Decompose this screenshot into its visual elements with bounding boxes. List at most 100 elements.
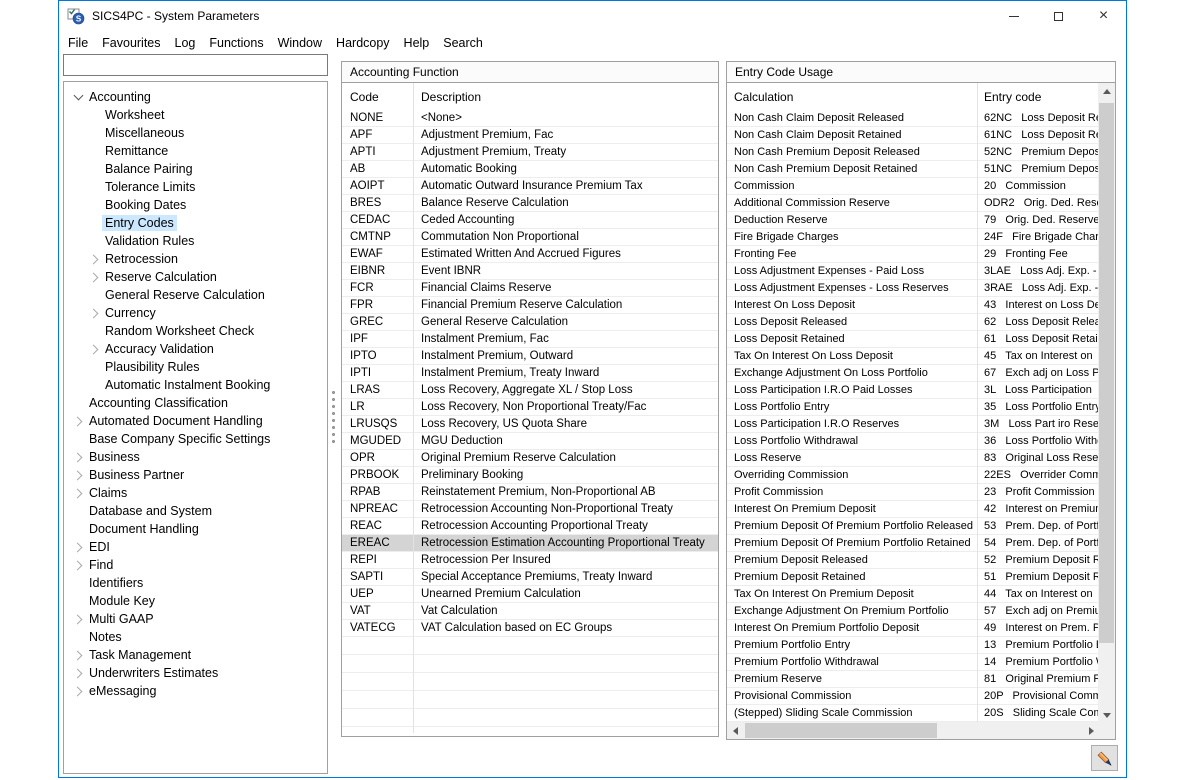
chevron-icon[interactable] <box>72 594 86 608</box>
entry-code-usage-row[interactable]: Provisional Commission 20P Provisional C… <box>727 688 1100 705</box>
chevron-icon[interactable] <box>88 360 102 374</box>
entry-code-usage-row[interactable]: Non Cash Claim Deposit Released 62NC Los… <box>727 110 1100 127</box>
accounting-function-row[interactable]: SAPTI Special Acceptance Premiums, Treat… <box>342 569 718 586</box>
entry-code-usage-row[interactable]: Loss Participation I.R.O Reserves 3M Los… <box>727 416 1100 433</box>
accounting-function-row[interactable]: APTI Adjustment Premium, Treaty <box>342 144 718 161</box>
entry-code-usage-row[interactable]: Interest On Loss Deposit 43 Interest on … <box>727 297 1100 314</box>
entry-code-usage-row[interactable]: Exchange Adjustment On Premium Portfolio… <box>727 603 1100 620</box>
tree-item[interactable]: Accounting Classification <box>64 394 327 412</box>
menu-item[interactable]: File <box>61 33 95 53</box>
chevron-icon[interactable] <box>72 432 86 446</box>
entry-code-usage-row[interactable]: Deduction Reserve 79 Orig. Ded. Reserve <box>727 212 1100 229</box>
accounting-function-row[interactable]: IPTI Instalment Premium, Treaty Inward <box>342 365 718 382</box>
tree-item[interactable]: Multi GAAP <box>64 610 327 628</box>
accounting-function-row[interactable]: FCR Financial Claims Reserve <box>342 280 718 297</box>
horizontal-scroll-thumb[interactable] <box>745 723 937 738</box>
panel-splitter-handle[interactable] <box>330 391 336 453</box>
tree-item[interactable]: Underwriters Estimates <box>64 664 327 682</box>
chevron-icon[interactable] <box>88 288 102 302</box>
accounting-function-row[interactable]: NPREAC Retrocession Accounting Non-Propo… <box>342 501 718 518</box>
entry-code-usage-row[interactable]: Tax On Interest On Premium Deposit 44 Ta… <box>727 586 1100 603</box>
entry-code-usage-row[interactable]: (Stepped) Sliding Scale Commission 20S S… <box>727 705 1100 722</box>
accounting-function-row[interactable]: IPF Instalment Premium, Fac <box>342 331 718 348</box>
tree-item[interactable]: Notes <box>64 628 327 646</box>
tree-item[interactable]: Validation Rules <box>64 232 327 250</box>
accounting-function-row[interactable]: APF Adjustment Premium, Fac <box>342 127 718 144</box>
accounting-function-row[interactable]: REAC Retrocession Accounting Proportiona… <box>342 518 718 535</box>
chevron-icon[interactable] <box>88 198 102 212</box>
tree-item[interactable]: Retrocession <box>64 250 327 268</box>
chevron-icon[interactable] <box>88 162 102 176</box>
maximize-button[interactable] <box>1036 1 1081 31</box>
column-header-code[interactable]: Code <box>342 90 413 104</box>
tree-item[interactable]: Find <box>64 556 327 574</box>
chevron-icon[interactable] <box>88 306 102 320</box>
accounting-function-row[interactable]: CMTNP Commutation Non Proportional <box>342 229 718 246</box>
accounting-function-row[interactable]: GREC General Reserve Calculation <box>342 314 718 331</box>
tree-item[interactable]: Currency <box>64 304 327 322</box>
entry-code-usage-row[interactable]: Overriding Commission 22ES Overrider Com… <box>727 467 1100 484</box>
accounting-function-row[interactable]: IPTO Instalment Premium, Outward <box>342 348 718 365</box>
menu-item[interactable]: Favourites <box>95 33 167 53</box>
tree-item[interactable]: Reserve Calculation <box>64 268 327 286</box>
entry-code-usage-row[interactable]: Non Cash Claim Deposit Retained 61NC Los… <box>727 127 1100 144</box>
tree-item[interactable]: Business Partner <box>64 466 327 484</box>
chevron-icon[interactable] <box>88 108 102 122</box>
tree-item[interactable]: Random Worksheet Check <box>64 322 327 340</box>
chevron-icon[interactable] <box>72 414 86 428</box>
chevron-icon[interactable] <box>88 216 102 230</box>
entry-code-usage-row[interactable]: Premium Deposit Retained 51 Premium Depo… <box>727 569 1100 586</box>
tree-item[interactable]: Booking Dates <box>64 196 327 214</box>
accounting-function-row[interactable]: LRAS Loss Recovery, Aggregate XL / Stop … <box>342 382 718 399</box>
tree-filter-input[interactable] <box>63 54 328 76</box>
entry-code-usage-row[interactable]: Interest On Premium Deposit 42 Interest … <box>727 501 1100 518</box>
entry-code-usage-row[interactable]: Loss Participation I.R.O Paid Losses 3L … <box>727 382 1100 399</box>
menu-item[interactable]: Help <box>397 33 437 53</box>
column-header-description[interactable]: Description <box>413 90 718 104</box>
accounting-function-row[interactable]: REPI Retrocession Per Insured <box>342 552 718 569</box>
tree-item[interactable]: eMessaging <box>64 682 327 700</box>
entry-code-usage-row[interactable]: Premium Portfolio Entry 13 Premium Portf… <box>727 637 1100 654</box>
tree-item[interactable]: Module Key <box>64 592 327 610</box>
menu-item[interactable]: Window <box>271 33 329 53</box>
chevron-icon[interactable] <box>88 144 102 158</box>
entry-code-usage-row[interactable]: Loss Reserve 83 Original Loss Reser <box>727 450 1100 467</box>
tree-item[interactable]: Plausibility Rules <box>64 358 327 376</box>
tree-item[interactable]: Remittance <box>64 142 327 160</box>
accounting-function-row[interactable]: NONE <None> <box>342 110 718 127</box>
scroll-left-button[interactable] <box>727 722 744 739</box>
menu-item[interactable]: Functions <box>202 33 270 53</box>
chevron-icon[interactable] <box>72 504 86 518</box>
chevron-icon[interactable] <box>72 90 86 104</box>
accounting-function-row[interactable]: CEDAC Ceded Accounting <box>342 212 718 229</box>
chevron-icon[interactable] <box>72 612 86 626</box>
tree-item[interactable]: Entry Codes <box>64 214 327 232</box>
chevron-icon[interactable] <box>88 270 102 284</box>
entry-code-usage-row[interactable]: Loss Adjustment Expenses - Loss Reserves… <box>727 280 1100 297</box>
entry-code-usage-row[interactable]: Interest On Premium Portfolio Deposit 49… <box>727 620 1100 637</box>
entry-code-usage-row[interactable]: Non Cash Premium Deposit Retained 51NC P… <box>727 161 1100 178</box>
chevron-icon[interactable] <box>72 486 86 500</box>
accounting-function-row[interactable]: LRUSQS Loss Recovery, US Quota Share <box>342 416 718 433</box>
tree-item[interactable]: Document Handling <box>64 520 327 538</box>
chevron-icon[interactable] <box>72 468 86 482</box>
accounting-function-row[interactable]: MGUDED MGU Deduction <box>342 433 718 450</box>
chevron-icon[interactable] <box>88 378 102 392</box>
accounting-function-row[interactable]: BRES Balance Reserve Calculation <box>342 195 718 212</box>
tree-item[interactable]: Automatic Instalment Booking <box>64 376 327 394</box>
accounting-function-row[interactable]: RPAB Reinstatement Premium, Non-Proporti… <box>342 484 718 501</box>
minimize-button[interactable] <box>991 1 1036 31</box>
chevron-icon[interactable] <box>88 126 102 140</box>
close-button[interactable]: × <box>1081 1 1126 31</box>
chevron-icon[interactable] <box>72 576 86 590</box>
tree-item[interactable]: Claims <box>64 484 327 502</box>
chevron-icon[interactable] <box>88 234 102 248</box>
column-header-entry-code[interactable]: Entry code <box>977 90 1100 104</box>
chevron-icon[interactable] <box>72 540 86 554</box>
accounting-function-row[interactable]: FPR Financial Premium Reserve Calculatio… <box>342 297 718 314</box>
chevron-icon[interactable] <box>88 180 102 194</box>
chevron-icon[interactable] <box>72 648 86 662</box>
edit-button[interactable] <box>1091 745 1118 771</box>
tree-item[interactable]: Automated Document Handling <box>64 412 327 430</box>
tree-item[interactable]: Tolerance Limits <box>64 178 327 196</box>
